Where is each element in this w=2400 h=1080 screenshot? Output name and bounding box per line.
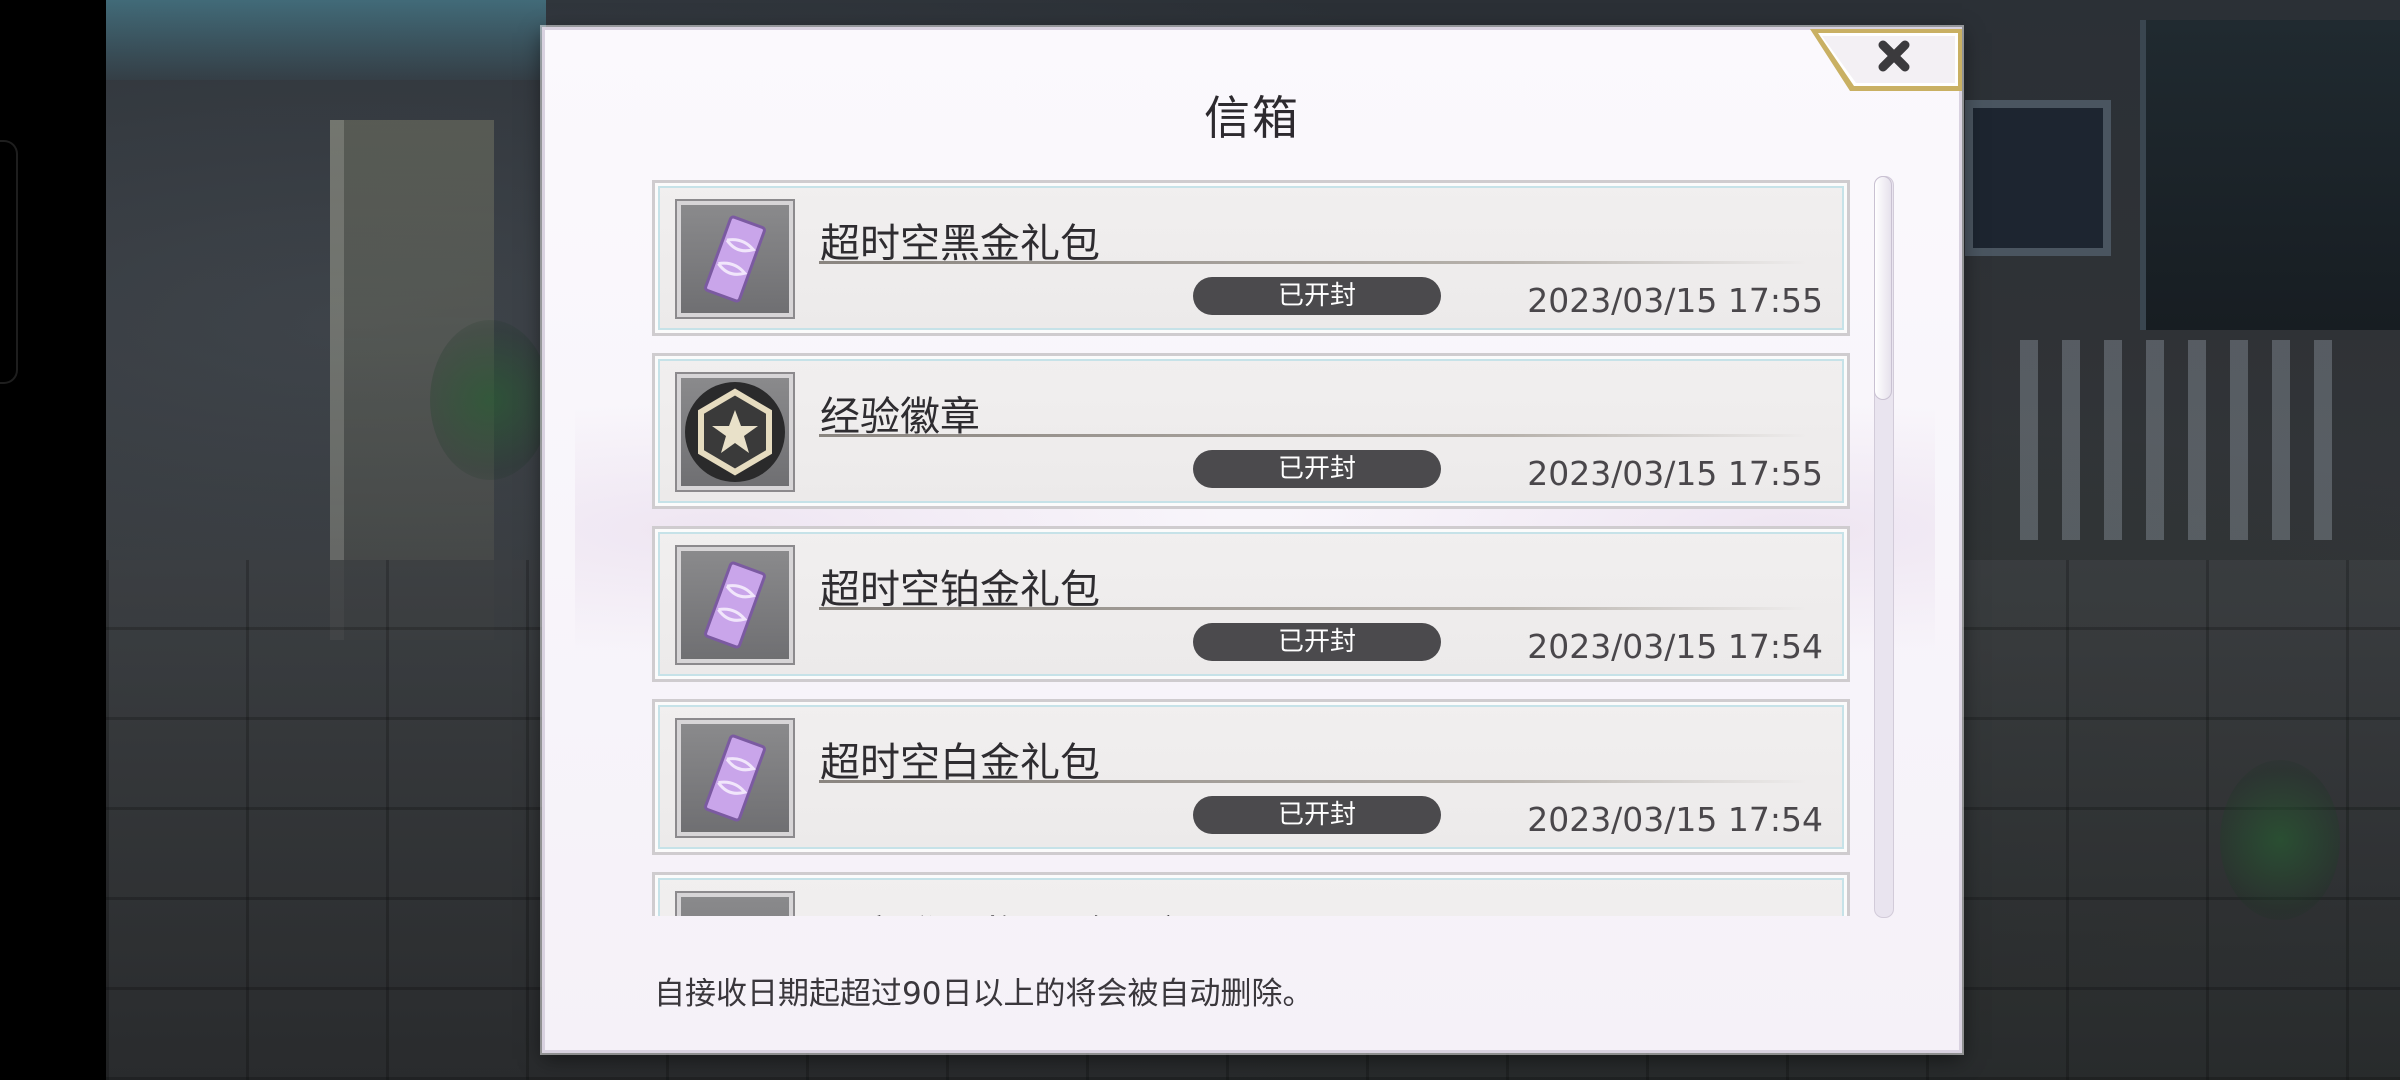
star-badge-icon	[685, 382, 785, 482]
item-thumbnail	[677, 374, 793, 490]
status-badge: 已开封	[1193, 450, 1441, 488]
item-thumbnail	[677, 547, 793, 663]
divider	[819, 434, 1809, 437]
screen-notch	[0, 140, 18, 384]
background-weapon-rack	[2020, 340, 2350, 540]
item-thumbnail	[677, 720, 793, 836]
status-badge: 已开封	[1193, 277, 1441, 315]
ticket-icon	[695, 906, 775, 916]
divider	[819, 607, 1809, 610]
mail-list[interactable]: 超时空黑金礼包 已开封 2023/03/15 17:55 经验徽章 已开封 20…	[652, 180, 1850, 916]
scrollbar-thumb[interactable]	[1874, 176, 1892, 400]
dialog-title: 信箱	[1204, 91, 1300, 145]
mail-item[interactable]: 超时空白金礼包 已开封 2023/03/15 17:54	[652, 699, 1850, 855]
divider	[819, 261, 1809, 264]
ticket-icon	[704, 734, 766, 822]
mail-item[interactable]: 超时空铂金礼包 已开封 2023/03/15 17:54	[652, 526, 1850, 682]
item-date: 2023/03/15 17:54	[1527, 627, 1823, 666]
background-plant	[430, 320, 550, 480]
item-date: 2023/03/15 17:54	[1527, 800, 1823, 839]
item-date: 2023/03/15 17:55	[1527, 281, 1823, 320]
item-thumbnail	[677, 893, 793, 916]
divider	[819, 780, 1809, 783]
mail-item[interactable]: 限定登录奖励（1/7）	[652, 872, 1850, 916]
ticket-icon	[704, 561, 766, 649]
screen-left-bar	[0, 0, 106, 1080]
mail-item[interactable]: 经验徽章 已开封 2023/03/15 17:55	[652, 353, 1850, 509]
background-door	[2140, 20, 2400, 330]
close-x-icon	[1810, 29, 1962, 91]
item-date: 2023/03/15 17:55	[1527, 454, 1823, 493]
background-window	[1965, 100, 2111, 256]
status-badge: 已开封	[1193, 623, 1441, 661]
auto-delete-notice: 自接收日期起超过90日以上的将会被自动删除。	[654, 976, 1314, 1012]
background-curtain	[106, 0, 546, 80]
background-plant	[2220, 760, 2340, 920]
close-button[interactable]	[1808, 27, 1964, 93]
item-name: 限定登录奖励（1/7）	[820, 903, 1204, 916]
item-thumbnail	[677, 201, 793, 317]
status-badge: 已开封	[1193, 796, 1441, 834]
mail-item[interactable]: 超时空黑金礼包 已开封 2023/03/15 17:55	[652, 180, 1850, 336]
ticket-icon	[704, 215, 766, 303]
